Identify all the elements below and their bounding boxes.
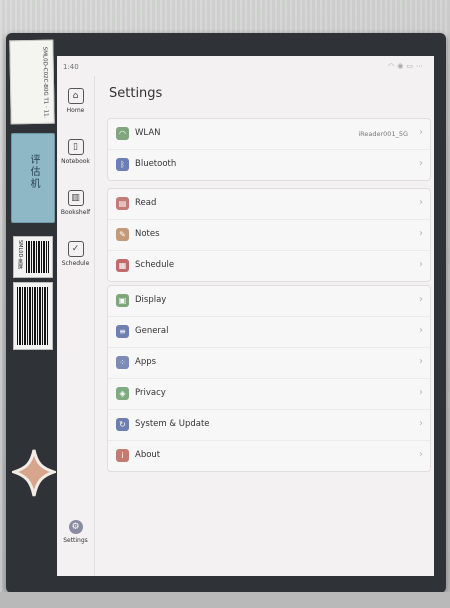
row-label: WLAN: [135, 128, 161, 138]
calendar-icon: ✓: [67, 241, 84, 257]
barcode-label-lower: [13, 282, 53, 350]
barcode-bars: [26, 241, 49, 273]
status-bar: 1:40 ◠◉▭⋯: [57, 56, 434, 76]
settings-row-apps[interactable]: ⁘ Apps ›: [108, 348, 430, 379]
chevron-right-icon: ›: [419, 387, 423, 398]
apps-icon: ⁘: [116, 356, 129, 369]
handwritten-sticker: SML0D-C02C-B0G T1 · 11.: [9, 39, 55, 125]
blue-sticker-text: 评估机: [28, 154, 39, 190]
barcode-label-text: SML0D-黑屏: [17, 240, 23, 270]
chevron-right-icon: ›: [419, 259, 423, 270]
row-label: Bluetooth: [135, 159, 177, 169]
settings-group-apps: ▤ Read › ✎ Notes › ▦ Schedule ›: [107, 188, 431, 282]
row-label: General: [135, 326, 169, 336]
row-label: System & Update: [135, 419, 210, 429]
chevron-right-icon: ›: [419, 158, 423, 169]
settings-row-about[interactable]: i About ›: [108, 441, 430, 471]
settings-row-display[interactable]: ▣ Display ›: [108, 286, 430, 317]
bluetooth-icon: ᛒ: [116, 158, 129, 171]
star-sticker: [12, 449, 56, 497]
sidebar-item-bookshelf[interactable]: ▥ Bookshelf: [57, 190, 94, 216]
row-value: iReader001_5G: [358, 130, 408, 138]
display-icon: ▣: [116, 294, 129, 307]
schedule-icon: ▦: [116, 259, 129, 272]
settings-row-schedule[interactable]: ▦ Schedule ›: [108, 251, 430, 281]
row-label: Privacy: [135, 388, 166, 398]
chevron-right-icon: ›: [419, 294, 423, 305]
sidebar-item-home[interactable]: ⌂ Home: [57, 88, 94, 114]
settings-row-system-update[interactable]: ↻ System & Update ›: [108, 410, 430, 441]
notebook-icon: ▯: [67, 139, 84, 155]
sidebar-item-schedule[interactable]: ✓ Schedule: [57, 241, 94, 267]
more-icon: ⋯: [416, 62, 426, 70]
sidebar-item-label: Home: [66, 107, 85, 114]
status-time: 1:40: [63, 63, 79, 71]
settings-row-wlan[interactable]: ◠ WLAN iReader001_5G ›: [108, 119, 430, 150]
chevron-right-icon: ›: [419, 418, 423, 429]
settings-group-connectivity: ◠ WLAN iReader001_5G › ᛒ Bluetooth ›: [107, 118, 431, 181]
settings-row-general[interactable]: ≡ General ›: [108, 317, 430, 348]
chevron-right-icon: ›: [419, 356, 423, 367]
sidebar-item-label: Settings: [63, 537, 88, 544]
blue-sticker: 评估机: [11, 133, 55, 223]
row-label: Display: [135, 295, 167, 305]
location-icon: ◉: [397, 62, 407, 70]
wlan-icon: ◠: [116, 127, 129, 140]
sidebar-item-label: Schedule: [61, 260, 90, 267]
privacy-icon: ◈: [116, 387, 129, 400]
row-label: Apps: [135, 357, 157, 367]
table-edge: [0, 592, 450, 608]
settings-row-privacy[interactable]: ◈ Privacy ›: [108, 379, 430, 410]
battery-icon: ▭: [406, 62, 416, 70]
wifi-icon: ◠: [388, 62, 398, 70]
row-label: Read: [135, 198, 157, 208]
settings-row-read[interactable]: ▤ Read ›: [108, 189, 430, 220]
chevron-right-icon: ›: [419, 325, 423, 336]
read-icon: ▤: [116, 197, 129, 210]
sidebar-item-label: Notebook: [61, 158, 90, 165]
bookshelf-icon: ▥: [67, 190, 84, 206]
settings-icon: ⚙: [68, 520, 83, 534]
chevron-right-icon: ›: [419, 197, 423, 208]
sidebar-item-label: Bookshelf: [60, 209, 91, 216]
row-label: Notes: [135, 229, 160, 239]
chevron-right-icon: ›: [419, 228, 423, 239]
settings-row-bluetooth[interactable]: ᛒ Bluetooth ›: [108, 150, 430, 180]
update-icon: ↻: [116, 418, 129, 431]
sidebar-item-notebook[interactable]: ▯ Notebook: [57, 139, 94, 165]
sidebar: ⌂ Home ▯ Notebook ▥ Bookshelf ✓ Schedule…: [57, 76, 95, 576]
status-icons: ◠◉▭⋯: [388, 62, 426, 70]
settings-row-notes[interactable]: ✎ Notes ›: [108, 220, 430, 251]
general-icon: ≡: [116, 325, 129, 338]
page-title: Settings: [109, 86, 163, 101]
device-screen: 1:40 ◠◉▭⋯ ⌂ Home ▯ Notebook ▥ Bookshelf …: [57, 56, 434, 576]
chevron-right-icon: ›: [419, 127, 423, 138]
barcode-bars: [17, 287, 49, 345]
barcode-label-upper: SML0D-黑屏: [13, 236, 53, 278]
chevron-right-icon: ›: [419, 449, 423, 460]
sticker-text: SML0D-C02C-B0G T1 · 11.: [41, 46, 49, 119]
settings-group-system: ▣ Display › ≡ General › ⁘ Apps › ◈ Priva…: [107, 285, 431, 472]
row-label: Schedule: [135, 260, 175, 270]
about-icon: i: [116, 449, 129, 462]
home-icon: ⌂: [67, 88, 84, 104]
sidebar-item-settings[interactable]: ⚙ Settings: [57, 520, 94, 544]
notes-icon: ✎: [116, 228, 129, 241]
row-label: About: [135, 450, 161, 460]
